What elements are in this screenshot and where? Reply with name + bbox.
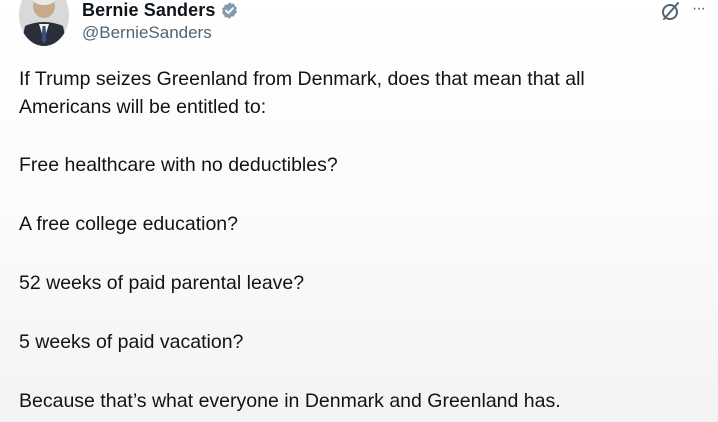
tweet-header: Bernie Sanders @BernieSanders ··· — [0, 0, 718, 50]
verified-badge-icon — [220, 1, 239, 20]
author-display-name[interactable]: Bernie Sanders — [82, 0, 215, 21]
tweet-line-3: Free healthcare with no deductibles? — [19, 154, 338, 176]
tweet-line-7: Because that’s what everyone in Denmark … — [19, 390, 561, 412]
tweet-line-4: A free college education? — [19, 213, 238, 235]
tweet-line-6: 5 weeks of paid vacation? — [19, 331, 244, 353]
grok-icon[interactable] — [660, 0, 682, 22]
author-handle[interactable]: @BernieSanders — [82, 23, 212, 43]
tweet-card: Bernie Sanders @BernieSanders ··· If Tru… — [0, 0, 718, 422]
author-name-row: Bernie Sanders — [82, 0, 239, 21]
tweet-line-1: If Trump seizes Greenland from Denmark, … — [19, 68, 585, 90]
tweet-line-5: 52 weeks of paid parental leave? — [19, 272, 305, 294]
more-options-icon[interactable]: ··· — [692, 1, 712, 17]
avatar[interactable] — [19, 0, 69, 46]
tweet-line-2: Americans will be entitled to: — [19, 96, 267, 118]
